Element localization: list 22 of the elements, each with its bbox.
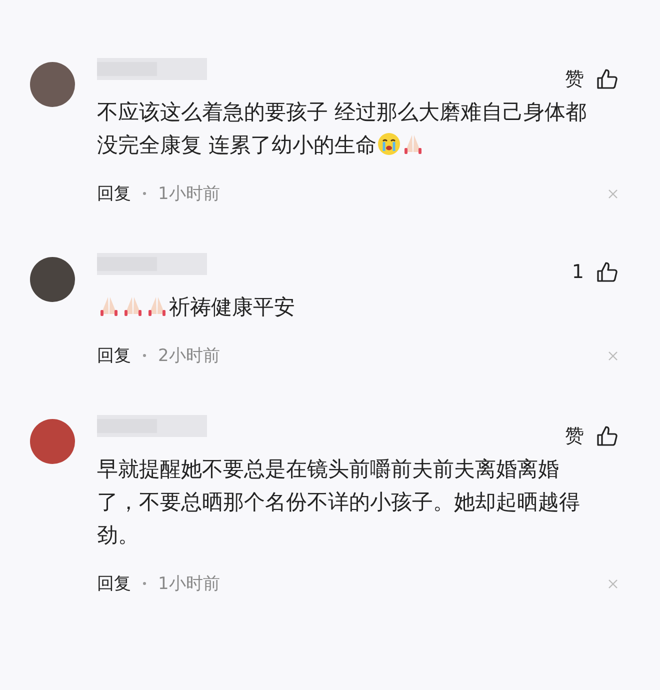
close-icon[interactable] (608, 578, 618, 588)
comment-text: 早就提醒她不要总是在镜头前嚼前夫前夫离婚离婚了，不要总晒那个名份不详的小孩子。她却起晒越得劲。 (97, 456, 581, 549)
close-icon[interactable] (608, 350, 618, 360)
comment-text: 祈祷健康平安 (97, 291, 597, 324)
separator-dot (143, 354, 146, 357)
thumbs-up-icon (596, 425, 618, 447)
thumbs-up-icon (596, 68, 618, 90)
close-icon[interactable] (608, 188, 618, 198)
like-button[interactable]: 赞 (565, 423, 618, 449)
separator-dot (143, 192, 146, 195)
reply-link[interactable]: 回复 (97, 182, 131, 205)
comment-text: 不应该这么着急的要孩子 经过那么大磨难自己身体都没完全康复 连累了幼小的生命 (97, 99, 588, 159)
comment-time: 2小时前 (158, 345, 220, 367)
comment-time: 1小时前 (158, 573, 220, 595)
separator-dot (143, 582, 146, 585)
reply-link[interactable]: 回复 (97, 572, 131, 595)
like-button[interactable]: 1 (572, 261, 618, 283)
reply-link[interactable]: 回复 (97, 344, 131, 367)
comment-time: 1小时前 (158, 183, 220, 205)
thumbs-up-icon (596, 261, 618, 283)
crying-face-icon (376, 132, 401, 156)
like-button[interactable]: 赞 (565, 66, 618, 92)
